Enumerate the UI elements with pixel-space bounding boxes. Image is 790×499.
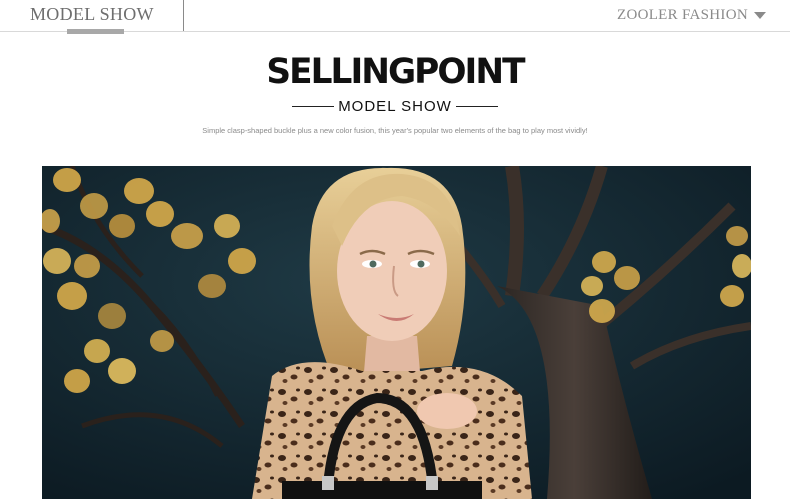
tab-divider (183, 0, 184, 31)
brand-label: ZOOLER FASHION (616, 7, 748, 23)
model-photo-illustration (42, 166, 751, 499)
model-photo (42, 166, 751, 499)
subheadline-right-rule (455, 106, 498, 107)
subheadline: MODEL SHOW (0, 98, 790, 115)
selling-point-headline: SELLINGPOINT (266, 52, 525, 92)
active-tab-indicator (67, 29, 124, 34)
subheadline-left-rule (292, 106, 335, 107)
description-text: Simple clasp-shaped buckle plus a new co… (202, 126, 588, 135)
top-navigation-bar: MODEL SHOW ZOOLER FASHION (0, 0, 790, 34)
tab-model-show[interactable]: MODEL SHOW (30, 4, 154, 25)
subheadline-text: MODEL SHOW (338, 98, 452, 115)
chevron-down-icon (754, 12, 766, 19)
brand-dropdown[interactable]: ZOOLER FASHION (617, 7, 766, 24)
